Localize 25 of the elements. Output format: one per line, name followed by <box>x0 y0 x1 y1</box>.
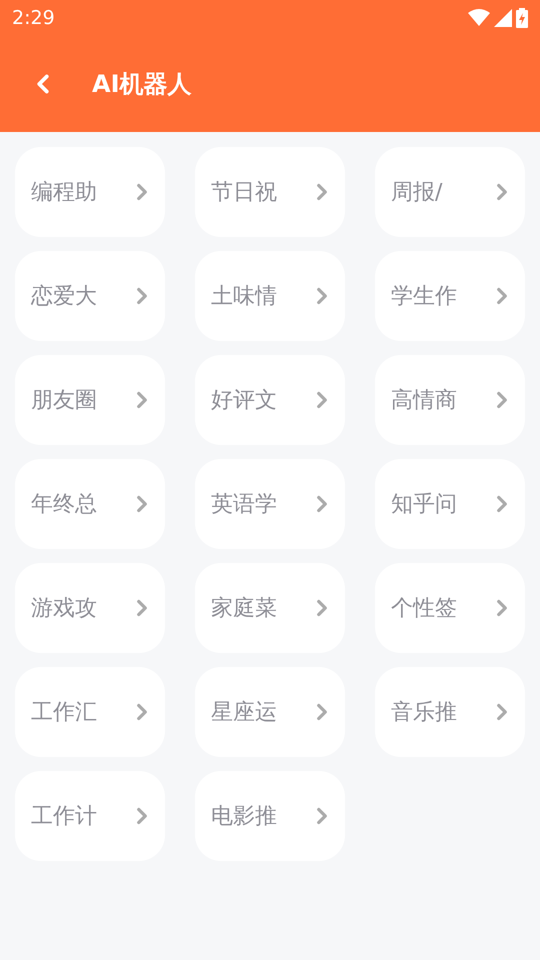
page-title: AI机器人 <box>92 69 192 100</box>
prompt-card[interactable]: 学生作 <box>375 251 525 341</box>
prompt-card[interactable]: 编程助 <box>15 147 165 237</box>
prompt-card[interactable]: 土味情 <box>195 251 345 341</box>
prompt-card[interactable]: 恋爱大 <box>15 251 165 341</box>
status-time: 2:29 <box>12 6 55 31</box>
prompt-card[interactable]: 电影推 <box>195 771 345 861</box>
prompt-card[interactable]: 星座运 <box>195 667 345 757</box>
battery-icon <box>516 8 528 28</box>
prompt-card[interactable]: 个性签 <box>375 563 525 653</box>
prompt-card[interactable]: 朋友圈 <box>15 355 165 445</box>
prompt-card[interactable]: 家庭菜 <box>195 563 345 653</box>
prompt-card[interactable]: 英语学 <box>195 459 345 549</box>
wifi-icon <box>468 9 490 27</box>
prompt-card[interactable]: 音乐推 <box>375 667 525 757</box>
prompt-card[interactable]: 好评文 <box>195 355 345 445</box>
prompt-card[interactable]: 工作汇 <box>15 667 165 757</box>
prompt-card[interactable]: 周报/ <box>375 147 525 237</box>
prompt-card[interactable]: 高情商 <box>375 355 525 445</box>
prompt-card[interactable]: 节日祝 <box>195 147 345 237</box>
prompt-card[interactable]: 知乎问 <box>375 459 525 549</box>
prompt-card[interactable]: 年终总 <box>15 459 165 549</box>
signal-icon <box>494 9 512 27</box>
prompt-card[interactable]: 工作计 <box>15 771 165 861</box>
prompt-card[interactable]: 游戏攻 <box>15 563 165 653</box>
